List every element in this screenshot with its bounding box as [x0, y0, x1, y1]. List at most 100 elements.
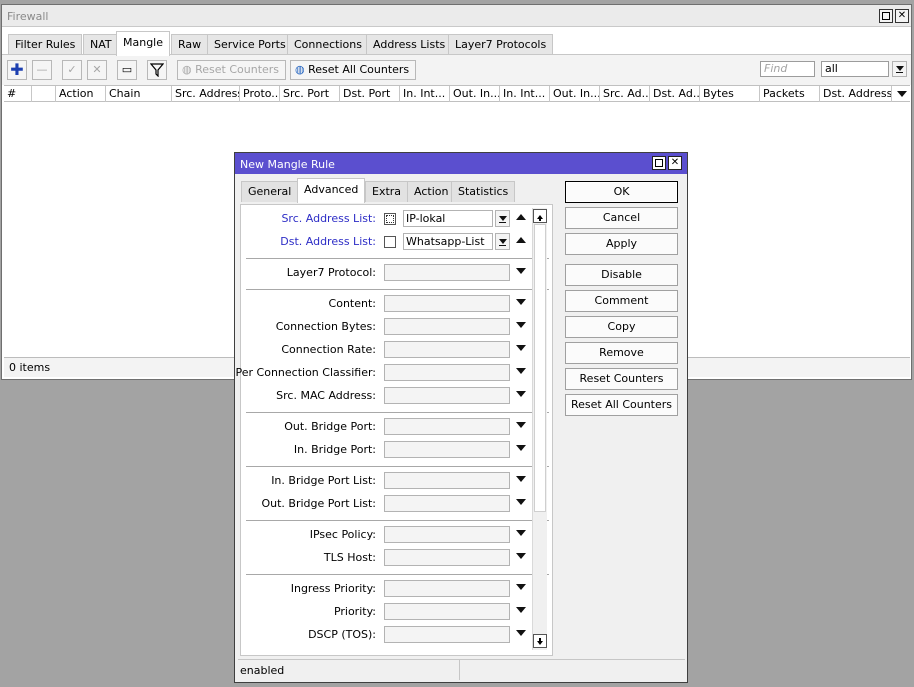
in-bridge-port-list-input[interactable]: [384, 472, 510, 489]
tab-address-lists[interactable]: Address Lists: [366, 34, 453, 55]
tls-host-expand-icon[interactable]: [516, 553, 526, 559]
column-header[interactable]: [32, 86, 56, 102]
filter-icon[interactable]: [147, 60, 167, 80]
cancel-button[interactable]: Cancel: [565, 207, 678, 229]
column-header[interactable]: Dst. Ad...: [650, 86, 700, 102]
column-header[interactable]: In. Int...: [500, 86, 550, 102]
reset-counters-button[interactable]: ◍ Reset Counters: [177, 60, 287, 80]
ipsec-policy-input[interactable]: [384, 526, 510, 543]
out-bridge-port-input[interactable]: [384, 418, 510, 435]
column-header[interactable]: Out. In...: [550, 86, 600, 102]
column-header[interactable]: In. Int...: [400, 86, 450, 102]
dst-address-list-collapse-icon[interactable]: [516, 237, 526, 243]
reset-all-counters-button[interactable]: ◍ Reset All Counters: [290, 60, 417, 80]
src-address-list-dropdown-icon[interactable]: [495, 210, 510, 227]
dscp-tos-expand-icon[interactable]: [516, 630, 526, 636]
enable-check-icon[interactable]: ✓: [62, 60, 82, 80]
column-header[interactable]: Bytes: [700, 86, 760, 102]
out-bridge-port-list-expand-icon[interactable]: [516, 499, 526, 505]
maximize-icon[interactable]: [652, 156, 666, 170]
ok-button[interactable]: OK: [565, 181, 678, 203]
content-expand-icon[interactable]: [516, 299, 526, 305]
ipsec-policy-expand-icon[interactable]: [516, 530, 526, 536]
content-input[interactable]: [384, 295, 510, 312]
priority-expand-icon[interactable]: [516, 607, 526, 613]
scroll-down-icon[interactable]: [533, 634, 547, 648]
find-input[interactable]: Find: [760, 61, 815, 77]
ingress-priority-expand-icon[interactable]: [516, 584, 526, 590]
connection-rate-input[interactable]: [384, 341, 510, 358]
disable-x-icon[interactable]: ✕: [87, 60, 107, 80]
maximize-icon[interactable]: [879, 9, 893, 23]
filter-select[interactable]: all: [821, 61, 889, 77]
filter-dropdown-icon[interactable]: [892, 61, 907, 77]
in-bridge-port-input[interactable]: [384, 441, 510, 458]
reset-counters-button[interactable]: Reset Counters: [565, 368, 678, 390]
column-header[interactable]: Action: [56, 86, 106, 102]
tab-service-ports[interactable]: Service Ports: [207, 34, 293, 55]
tab-mangle[interactable]: Mangle: [116, 31, 171, 56]
apply-button[interactable]: Apply: [565, 233, 678, 255]
out-bridge-port-expand-icon[interactable]: [516, 422, 526, 428]
add-icon[interactable]: ✚: [7, 60, 27, 80]
src-address-list-label[interactable]: Src. Address List:: [281, 212, 376, 225]
src-address-list-invert-checkbox[interactable]: [384, 213, 396, 225]
dst-address-list-invert-checkbox[interactable]: [384, 236, 396, 248]
column-header[interactable]: #: [4, 86, 32, 102]
firewall-titlebar[interactable]: Firewall ✕: [2, 5, 911, 27]
connection-rate-expand-icon[interactable]: [516, 345, 526, 351]
connection-bytes-input[interactable]: [384, 318, 510, 335]
src-address-list-input[interactable]: IP-lokal: [403, 210, 493, 227]
tab-statistics[interactable]: Statistics: [451, 181, 516, 202]
comment-button[interactable]: Comment: [565, 290, 678, 312]
remove-button[interactable]: Remove: [565, 342, 678, 364]
out-bridge-port-list-input[interactable]: [384, 495, 510, 512]
copy-button[interactable]: Copy: [565, 316, 678, 338]
column-header[interactable]: Dst. Address: [820, 86, 892, 102]
tab-extra[interactable]: Extra: [365, 181, 409, 202]
tls-host-input[interactable]: [384, 549, 510, 566]
column-header[interactable]: Out. In...: [450, 86, 500, 102]
src-mac-address-expand-icon[interactable]: [516, 391, 526, 397]
per-connection-classifier-input[interactable]: [384, 364, 510, 381]
dst-address-list-dropdown-icon[interactable]: [495, 233, 510, 250]
close-icon[interactable]: ✕: [895, 9, 909, 23]
in-bridge-port-list-expand-icon[interactable]: [516, 476, 526, 482]
tab-advanced[interactable]: Advanced: [297, 178, 366, 203]
in-bridge-port-expand-icon[interactable]: [516, 445, 526, 451]
connection-bytes-expand-icon[interactable]: [516, 322, 526, 328]
form-scrollbar[interactable]: [532, 208, 547, 650]
remove-icon[interactable]: —: [32, 60, 52, 80]
tab-layer7-protocols[interactable]: Layer7 Protocols: [448, 34, 554, 55]
layer7-protocol-input[interactable]: [384, 264, 510, 281]
tab-nat[interactable]: NAT: [83, 34, 119, 55]
column-header[interactable]: Src. Ad...: [600, 86, 650, 102]
src-address-list-collapse-icon[interactable]: [516, 214, 526, 220]
dst-address-list-input[interactable]: Whatsapp-List: [403, 233, 493, 250]
dst-address-list-label[interactable]: Dst. Address List:: [280, 235, 376, 248]
src-mac-address-input[interactable]: [384, 387, 510, 404]
tab-connections[interactable]: Connections: [287, 34, 369, 55]
dialog-titlebar[interactable]: New Mangle Rule ✕: [235, 153, 687, 174]
close-icon[interactable]: ✕: [668, 156, 682, 170]
dscp-tos-input[interactable]: [384, 626, 510, 643]
tab-general[interactable]: General: [241, 181, 299, 202]
per-connection-classifier-expand-icon[interactable]: [516, 368, 526, 374]
columns-menu-icon[interactable]: [897, 91, 907, 97]
ingress-priority-input[interactable]: [384, 580, 510, 597]
column-header[interactable]: Proto...: [240, 86, 280, 102]
column-header[interactable]: Chain: [106, 86, 172, 102]
priority-input[interactable]: [384, 603, 510, 620]
scrollbar-thumb[interactable]: [534, 224, 546, 512]
tab-raw[interactable]: Raw: [171, 34, 209, 55]
column-header[interactable]: Src. Port: [280, 86, 340, 102]
scroll-up-icon[interactable]: [533, 209, 547, 223]
comment-icon[interactable]: ▭: [117, 60, 137, 80]
tab-action[interactable]: Action: [407, 181, 456, 202]
column-header[interactable]: Packets: [760, 86, 820, 102]
disable-button[interactable]: Disable: [565, 264, 678, 286]
column-header[interactable]: Src. Address: [172, 86, 240, 102]
tab-filter-rules[interactable]: Filter Rules: [8, 34, 83, 55]
column-header[interactable]: Dst. Port: [340, 86, 400, 102]
reset-all-counters-button[interactable]: Reset All Counters: [565, 394, 678, 416]
